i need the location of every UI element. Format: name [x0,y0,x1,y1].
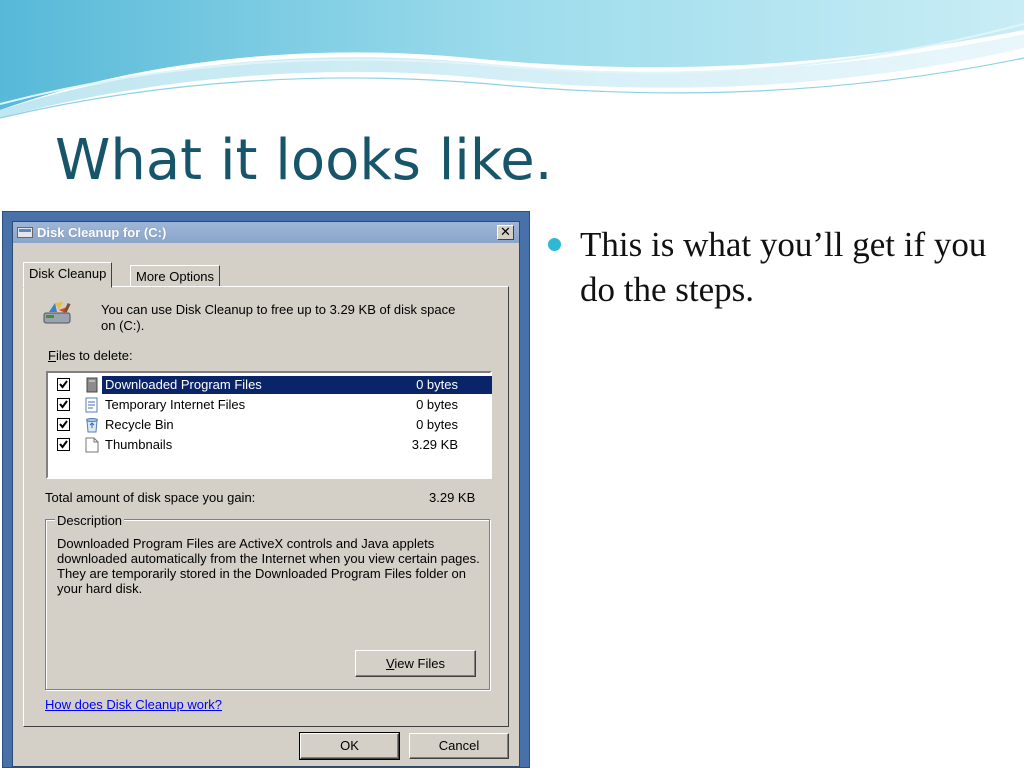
files-to-delete-label: Files to delete: [48,348,133,363]
document-icon [85,397,98,413]
dialog-body: Disk Cleanup for (C:) ✕ Disk Cleanup Mor… [12,221,520,767]
disk-cleanup-icon [43,302,71,324]
checkbox[interactable] [57,418,70,431]
header-wave-decoration [0,0,1024,119]
window-title: Disk Cleanup for (C:) [37,225,167,240]
checkbox[interactable] [57,398,70,411]
description-text: Downloaded Program Files are ActiveX con… [57,536,480,596]
total-space-value: 3.29 KB [429,490,476,505]
file-name: Temporary Internet Files [105,397,246,412]
file-size: 0 bytes [416,397,458,412]
view-files-text: iew Files [394,656,445,671]
list-item[interactable]: Thumbnails 3.29 KB [48,435,490,455]
bullet-point: This is what you’ll get if you do the st… [548,222,988,312]
tab-disk-cleanup[interactable]: Disk Cleanup [23,262,113,288]
slide-title: What it looks like. [55,128,553,193]
blank-file-icon [85,437,99,453]
ok-button[interactable]: OK [299,732,400,760]
files-label-accel: F [48,348,56,363]
folder-icon [86,377,98,393]
drive-icon [17,227,33,238]
total-space-label: Total amount of disk space you gain: [45,490,256,505]
list-item[interactable]: Downloaded Program Files 0 bytes [48,375,492,395]
title-bar[interactable]: Disk Cleanup for (C:) ✕ [13,222,519,243]
list-item[interactable]: Recycle Bin 0 bytes [48,415,490,435]
tab-more-options[interactable]: More Options [130,265,221,287]
description-legend: Description [55,513,125,528]
disk-cleanup-window: Disk Cleanup for (C:) ✕ Disk Cleanup Mor… [2,211,530,768]
file-size: 0 bytes [416,417,458,432]
file-name: Thumbnails [105,437,173,452]
bullet-text: This is what you’ll get if you do the st… [580,225,987,309]
file-size: 3.29 KB [411,437,458,452]
view-files-button[interactable]: View Files [355,650,476,677]
files-list[interactable]: Downloaded Program Files 0 bytes Tempora… [46,371,492,479]
checkbox[interactable] [57,438,70,451]
cancel-button[interactable]: Cancel [409,733,509,759]
info-text: You can use Disk Cleanup to free up to 3… [101,302,456,333]
checkbox[interactable] [57,378,70,391]
list-item[interactable]: Temporary Internet Files 0 bytes [48,395,490,415]
file-name: Downloaded Program Files [105,377,262,392]
bullet-dot-icon [548,238,561,251]
help-link[interactable]: How does Disk Cleanup work? [45,697,222,712]
file-name: Recycle Bin [105,417,174,432]
close-button[interactable]: ✕ [497,225,514,240]
files-label-text: iles to delete: [55,348,133,363]
recycle-bin-icon [86,418,98,433]
file-size: 0 bytes [416,377,458,392]
